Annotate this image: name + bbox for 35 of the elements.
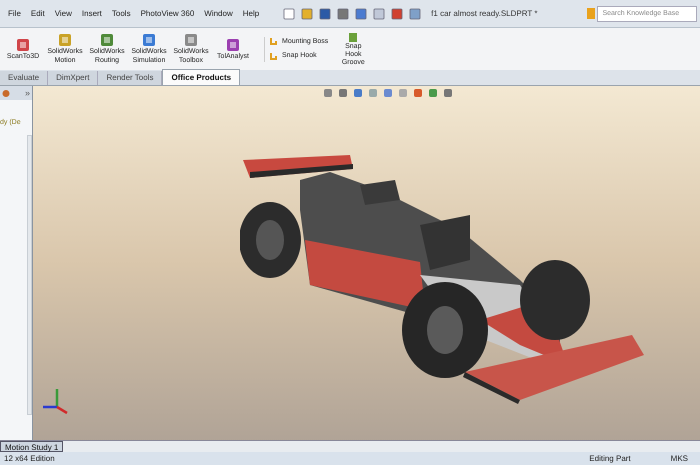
- menu-item[interactable]: View: [54, 8, 72, 20]
- units-label: MKS: [670, 452, 688, 464]
- document-title: f1 car almost ready.SLDPRT *: [431, 8, 538, 20]
- toolbar-icon[interactable]: [301, 8, 314, 20]
- menu-item[interactable]: PhotoView 360: [140, 8, 194, 20]
- ribbon-tab[interactable]: Evaluate: [0, 71, 48, 85]
- motion-study-tab[interactable]: Motion Study 1: [0, 441, 64, 452]
- menu-item[interactable]: Edit: [30, 8, 45, 20]
- tool-icon: [58, 33, 72, 47]
- toolbar-icon[interactable]: [337, 8, 350, 20]
- toolbar-icon[interactable]: [373, 8, 386, 20]
- toolbar-icon[interactable]: [283, 8, 296, 20]
- tool-icon: [226, 38, 240, 52]
- ribbon-tab[interactable]: Render Tools: [98, 71, 162, 85]
- menu-item[interactable]: File: [8, 8, 21, 20]
- tool-icon: [184, 33, 198, 47]
- tool-icon: [142, 33, 156, 47]
- mode-label: Editing Part: [589, 452, 631, 464]
- toolbar-icon[interactable]: [319, 8, 332, 20]
- feature-manager-icon[interactable]: [2, 88, 10, 98]
- ribbon-tab[interactable]: DimXpert: [48, 71, 98, 85]
- menu-item[interactable]: Window: [204, 8, 233, 20]
- toolbar-icon[interactable]: [355, 8, 368, 20]
- menu-item[interactable]: Insert: [82, 8, 102, 20]
- menu-item[interactable]: Help: [242, 8, 260, 20]
- edition-label: 12 x64 Edition: [4, 452, 55, 464]
- menu-item[interactable]: Tools: [112, 8, 131, 20]
- toolbar-icon[interactable]: [391, 8, 404, 20]
- book-icon: [587, 8, 596, 19]
- tool-icon: [16, 38, 30, 52]
- tool-icon: [100, 33, 114, 47]
- expand-button[interactable]: »: [24, 88, 30, 98]
- scrollbar[interactable]: [27, 134, 32, 414]
- ribbon-tab[interactable]: Office Products: [162, 69, 240, 85]
- toolbar-icon[interactable]: [409, 8, 422, 20]
